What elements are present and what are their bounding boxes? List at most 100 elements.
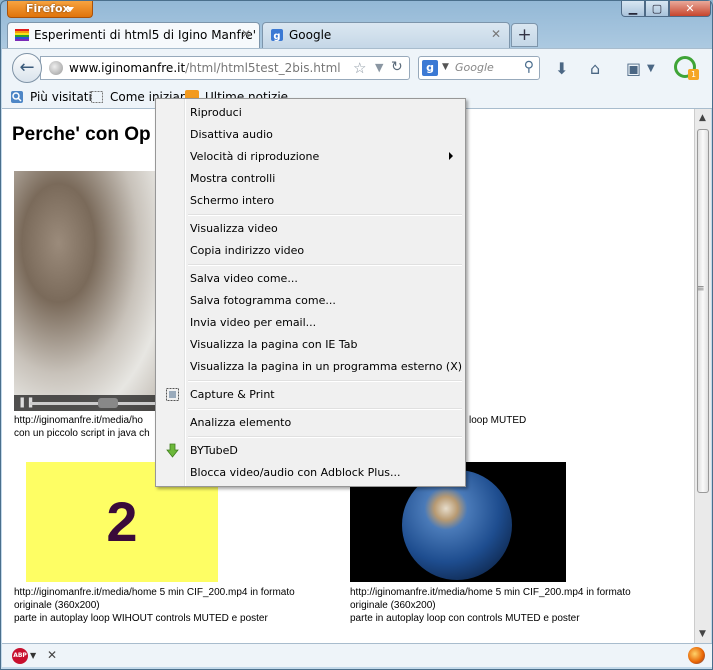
caption-line: originale (360x200) — [14, 600, 100, 611]
search-engine-icon[interactable]: g — [422, 60, 438, 76]
addon-icon[interactable]: 1 — [674, 56, 699, 80]
firefox-menu-button[interactable]: Firefox — [7, 1, 93, 18]
menu-item-bytubed[interactable]: BYTubeD — [158, 440, 463, 461]
menu-item-label: Salva video come... — [190, 272, 298, 285]
menu-item-label: Riproduci — [190, 106, 242, 119]
close-icon[interactable]: ✕ — [47, 648, 57, 662]
menu-item-label: Visualizza la pagina in un programma est… — [190, 360, 463, 373]
menu-item-velocita[interactable]: Velocità di riproduzione — [158, 146, 463, 167]
menu-item-label: Mostra controlli — [190, 172, 276, 185]
video-player[interactable]: ❚❚ — [14, 171, 162, 411]
address-host: www.iginomanfre.it — [69, 61, 186, 75]
menu-item-disattiva-audio[interactable]: Disattiva audio — [158, 124, 463, 145]
rainbow-favicon-icon — [15, 29, 29, 41]
abp-label: ABP — [13, 652, 27, 659]
menu-item-label: Schermo intero — [190, 194, 275, 207]
video-caption-2: loop MUTED — [469, 414, 526, 427]
menu-item-salva-fotogramma[interactable]: Salva fotogramma come... — [158, 290, 463, 311]
menu-item-schermo-intero[interactable]: Schermo intero — [158, 190, 463, 211]
firefox-logo-icon — [688, 647, 705, 664]
menu-item-label: Analizza elemento — [190, 416, 292, 429]
search-box[interactable]: g ▼ Google ⚲ — [418, 56, 540, 80]
address-bar[interactable]: www.iginomanfre.it/html/html5test_2bis.h… — [40, 56, 410, 80]
google-favicon-icon: g — [271, 29, 283, 41]
menu-item-riproduci[interactable]: Riproduci — [158, 102, 463, 123]
navigation-toolbar: www.iginomanfre.it/html/html5test_2bis.h… — [2, 48, 712, 86]
address-text[interactable]: www.iginomanfre.it/html/html5test_2bis.h… — [69, 61, 341, 75]
close-tab-icon[interactable]: ✕ — [491, 27, 501, 41]
chevron-down-icon[interactable]: ▼ — [442, 62, 449, 72]
menu-item-label: Disattiva audio — [190, 128, 273, 141]
back-arrow-icon: ← — [19, 57, 35, 78]
menu-item-mostra-controlli[interactable]: Mostra controlli — [158, 168, 463, 189]
bookmark-piu-visitati[interactable]: Più visitati — [10, 90, 92, 104]
svg-text:g: g — [273, 31, 280, 41]
video-seek-track[interactable] — [30, 402, 160, 405]
video-caption-1: http://iginomanfre.it/media/ho con un pi… — [14, 414, 150, 440]
download-arrow-icon — [166, 443, 179, 458]
menu-item-label: Copia indirizzo video — [190, 244, 305, 257]
search-placeholder: Google — [455, 61, 494, 74]
menu-item-salva-video[interactable]: Salva video come... — [158, 268, 463, 289]
bookmarks-menu-icon[interactable]: ▣ — [626, 59, 641, 78]
menu-separator — [188, 436, 462, 438]
menu-item-label: Visualizza la pagina con IE Tab — [190, 338, 358, 351]
menu-item-label: Invia video per email... — [190, 316, 317, 329]
chevron-down-icon — [66, 7, 74, 12]
tab-label: Google — [289, 28, 332, 42]
menu-item-label: Salva fotogramma come... — [190, 294, 336, 307]
tab-esperimenti[interactable]: Esperimenti di html5 di Igino Manfre' ✕ — [7, 22, 260, 48]
video-caption-3: http://iginomanfre.it/media/home 5 min C… — [14, 586, 295, 625]
poster-number: 2 — [106, 490, 138, 553]
minimize-button[interactable]: ▁ — [621, 1, 645, 17]
reload-icon[interactable]: ↻ — [391, 59, 403, 75]
adblock-plus-icon[interactable]: ABP — [12, 648, 28, 664]
menu-item-ie-tab[interactable]: Visualizza la pagina con IE Tab — [158, 334, 463, 355]
menu-item-invia-email[interactable]: Invia video per email... — [158, 312, 463, 333]
tab-google[interactable]: g Google ✕ — [262, 22, 510, 48]
menu-item-analizza-elemento[interactable]: Analizza elemento — [158, 412, 463, 433]
menu-item-programma-esterno[interactable]: Visualizza la pagina in un programma est… — [158, 356, 463, 377]
history-dropdown-icon[interactable]: ▼ — [375, 61, 383, 74]
maximize-button[interactable]: ▢ — [645, 1, 669, 17]
menu-separator — [188, 408, 462, 410]
menu-item-label: BYTubeD — [190, 444, 238, 457]
menu-separator — [188, 214, 462, 216]
close-window-button[interactable]: ✕ — [669, 1, 711, 17]
vertical-scrollbar[interactable]: ▲ ≡ ▼ — [694, 109, 711, 643]
menu-separator — [188, 264, 462, 266]
context-menu: Riproduci Disattiva audio Velocità di ri… — [155, 98, 466, 487]
capture-icon — [166, 388, 179, 401]
video-caption-4: http://iginomanfre.it/media/home 5 min C… — [350, 586, 631, 625]
caption-line: parte in autoplay loop WIHOUT controls M… — [14, 613, 268, 624]
caption-line: http://iginomanfre.it/media/ho — [14, 415, 143, 426]
new-tab-button[interactable]: + — [511, 23, 538, 47]
video-seek-handle[interactable] — [98, 398, 118, 408]
menu-item-label: Visualizza video — [190, 222, 278, 235]
scroll-up-icon[interactable]: ▲ — [699, 113, 706, 123]
globe-icon — [49, 61, 63, 75]
close-tab-icon[interactable]: ✕ — [241, 27, 251, 41]
back-button[interactable]: ← — [12, 53, 42, 83]
scrollbar-thumb[interactable] — [697, 129, 709, 493]
bookmark-star-icon[interactable]: ☆ — [353, 59, 366, 77]
page-icon — [91, 91, 103, 103]
menu-item-label: Capture & Print — [190, 388, 275, 401]
menu-item-copia-indirizzo[interactable]: Copia indirizzo video — [158, 240, 463, 261]
menu-item-adblock[interactable]: Blocca video/audio con Adblock Plus... — [158, 462, 463, 483]
search-icon[interactable]: ⚲ — [524, 59, 534, 75]
menu-item-capture-print[interactable]: Capture & Print — [158, 384, 463, 405]
home-icon[interactable]: ⌂ — [590, 59, 600, 78]
address-path: /html/html5test_2bis.html — [185, 61, 341, 75]
caption-line: http://iginomanfre.it/media/home 5 min C… — [14, 587, 295, 598]
page-title: Perche' con Op — [12, 124, 151, 145]
chevron-down-icon[interactable]: ▼ — [647, 63, 655, 74]
chevron-down-icon[interactable]: ▼ — [30, 651, 36, 660]
caption-line: con un piccolo script in java ch — [14, 428, 150, 439]
scroll-down-icon[interactable]: ▼ — [699, 629, 706, 639]
addon-badge-icon: 1 — [688, 69, 699, 80]
video-controls[interactable]: ❚❚ — [14, 395, 162, 411]
download-icon[interactable]: ⬇ — [555, 59, 568, 78]
menu-item-visualizza-video[interactable]: Visualizza video — [158, 218, 463, 239]
caption-line: http://iginomanfre.it/media/home 5 min C… — [350, 587, 631, 598]
